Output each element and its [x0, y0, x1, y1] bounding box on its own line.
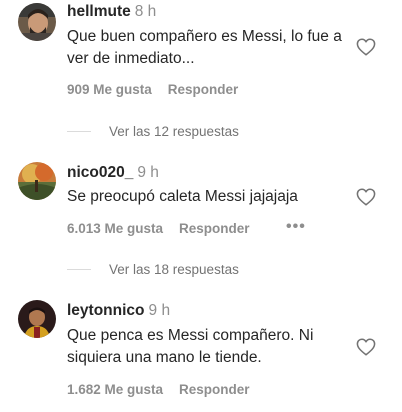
username[interactable]: leytonnico	[67, 302, 145, 319]
comment-text: Que buen compañero es Messi, lo fue a ve…	[67, 28, 342, 67]
avatar-image	[18, 3, 56, 41]
comment-meta: 6.013 Me gusta Responder	[67, 221, 266, 236]
comment-header: hellmute 8 h	[67, 3, 156, 21]
heart-outline-icon[interactable]	[356, 38, 376, 56]
view-replies-label: Ver las 12 respuestas	[109, 124, 239, 139]
avatar[interactable]	[18, 162, 56, 200]
ellipsis-icon[interactable]: •••	[286, 218, 306, 236]
reply-button[interactable]: Responder	[179, 382, 250, 397]
timestamp: 9 h	[148, 302, 171, 319]
username[interactable]: nico020_	[67, 164, 133, 181]
comment-meta: 1.682 Me gusta Responder	[67, 382, 266, 397]
like-count[interactable]: 6.013 Me gusta	[67, 221, 163, 236]
timestamp: 9 h	[137, 164, 159, 181]
replies-divider	[67, 131, 91, 132]
comment-header: leytonnico 9 h	[67, 302, 170, 320]
view-replies-label: Ver las 18 respuestas	[109, 262, 239, 277]
comment-text: Se preocupó caleta Messi jajajaja	[67, 188, 298, 205]
avatar-image	[18, 300, 56, 338]
reply-button[interactable]: Responder	[179, 221, 250, 236]
heart-outline-icon[interactable]	[356, 188, 376, 206]
username[interactable]: hellmute	[67, 3, 131, 20]
avatar[interactable]	[18, 300, 56, 338]
timestamp: 8 h	[134, 3, 157, 20]
like-count[interactable]: 1.682 Me gusta	[67, 382, 163, 397]
like-count[interactable]: 909 Me gusta	[67, 82, 152, 97]
avatar-image	[18, 162, 56, 200]
reply-button[interactable]: Responder	[168, 82, 239, 97]
avatar[interactable]	[18, 3, 56, 41]
comment-header: nico020_ 9 h	[67, 164, 159, 182]
replies-divider	[67, 269, 91, 270]
view-replies-button[interactable]: Ver las 12 respuestas	[67, 124, 239, 139]
comment-meta: 909 Me gusta Responder	[67, 82, 254, 97]
heart-outline-icon[interactable]	[356, 338, 376, 356]
comment-text: Que penca es Messi compañero. Ni siquier…	[67, 327, 314, 366]
view-replies-button[interactable]: Ver las 18 respuestas	[67, 262, 239, 277]
